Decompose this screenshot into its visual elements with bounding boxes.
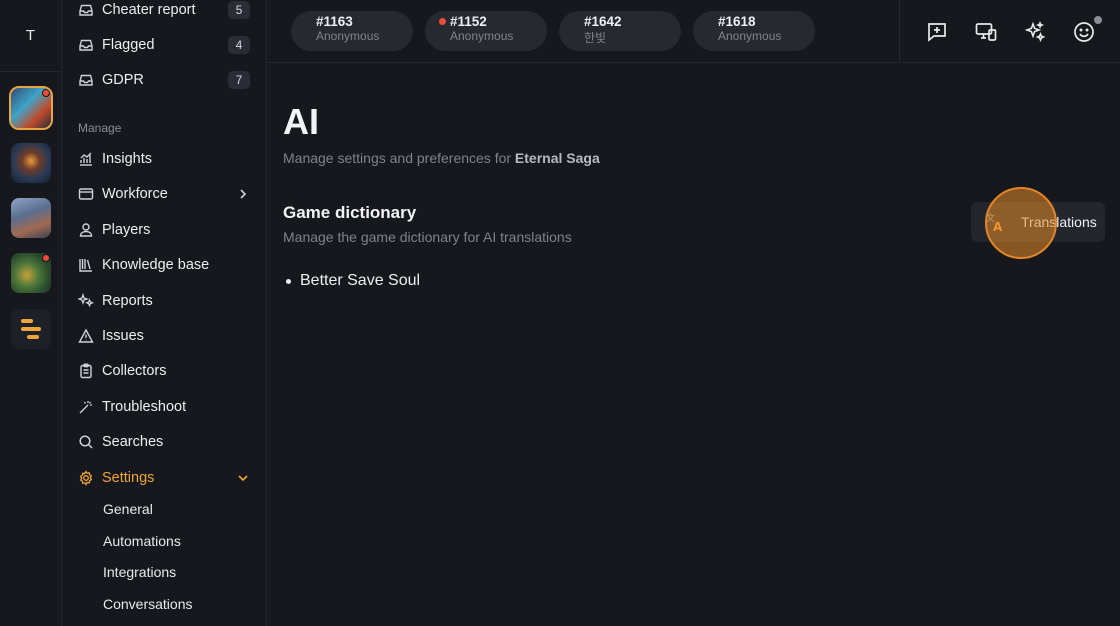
sidebar-item-gdpr[interactable]: GDPR 7 (78, 66, 250, 94)
sidebar: Cheater report 5 Flagged 4 GDPR 7 Manage… (62, 0, 267, 626)
sidebar-item-knowledge-base[interactable]: Knowledge base (78, 251, 250, 279)
sidebar-item-label: Issues (102, 328, 144, 344)
players-icon (78, 222, 94, 238)
app-rail: T (0, 0, 62, 626)
sidebar-item-label: Reports (102, 293, 153, 309)
page-title: AI (283, 101, 319, 142)
rail-app-game-4[interactable] (11, 253, 51, 293)
count-badge: 4 (228, 36, 250, 54)
ticket-tab[interactable]: #1152 Anonymous (425, 11, 547, 51)
rail-app-game-2[interactable] (11, 143, 51, 183)
ticket-requester: Anonymous (316, 29, 380, 43)
notification-dot (42, 254, 50, 262)
new-message-icon[interactable] (925, 20, 949, 44)
dictionary-term: Better Save Soul (300, 272, 421, 289)
sidebar-item-label: GDPR (102, 72, 144, 88)
settings-sub-conversations[interactable]: Conversations (103, 596, 193, 612)
sidebar-item-label: Flagged (102, 37, 155, 53)
section-label-manage: Manage (78, 121, 122, 135)
sidebar-item-reports[interactable]: Reports (78, 287, 250, 315)
sidebar-item-label: Workforce (102, 186, 168, 202)
sidebar-item-label: Troubleshoot (102, 399, 187, 415)
section-title: Game dictionary (283, 203, 417, 222)
knowledge-base-icon (78, 257, 94, 273)
inbox-icon (78, 2, 94, 18)
ticket-requester: Anonymous (450, 29, 514, 43)
warning-icon (78, 328, 94, 344)
ticket-number: #1618 (718, 14, 756, 29)
status-dot (1093, 15, 1102, 24)
settings-sub-integrations[interactable]: Integrations (103, 564, 176, 580)
section-subtitle: Manage the game dictionary for AI transl… (283, 229, 572, 245)
magic-wand-icon (78, 399, 94, 415)
sidebar-item-troubleshoot[interactable]: Troubleshoot (78, 393, 250, 421)
user-initial: T (25, 27, 36, 44)
click-indicator (985, 187, 1057, 259)
page-subtitle-text: Manage settings and preferences for (283, 150, 512, 166)
sidebar-item-label: Collectors (102, 363, 167, 379)
sidebar-item-label: Players (102, 222, 151, 238)
game-name: Eternal Saga (514, 150, 600, 166)
reports-icon (78, 293, 94, 309)
ticket-number: #1642 (584, 14, 622, 29)
ticket-tab[interactable]: #1163 Anonymous (291, 11, 413, 51)
inbox-icon (78, 72, 94, 88)
dictionary-item: Better Save Soul (286, 272, 420, 290)
inbox-icon (78, 37, 94, 53)
chevron-down-icon[interactable] (236, 471, 250, 485)
clipboard-icon (78, 363, 94, 379)
rail-app-game-5[interactable] (11, 309, 51, 349)
sidebar-item-issues[interactable]: Issues (78, 322, 250, 350)
chevron-right-icon[interactable] (236, 187, 250, 201)
ticket-number: #1152 (439, 14, 547, 29)
gear-icon (78, 470, 94, 486)
top-actions (899, 0, 1120, 63)
settings-sub-general[interactable]: General (103, 501, 153, 517)
sidebar-item-collectors[interactable]: Collectors (78, 357, 250, 385)
sidebar-item-flagged[interactable]: Flagged 4 (78, 31, 250, 59)
devices-icon[interactable] (974, 20, 998, 44)
unread-dot (439, 18, 446, 25)
bullet (286, 278, 291, 284)
sidebar-item-label: Searches (102, 434, 164, 450)
sidebar-item-workforce[interactable]: Workforce (78, 180, 250, 208)
ticket-tab[interactable]: #1642 한빛 (559, 11, 681, 51)
sidebar-item-label: Settings (102, 470, 155, 486)
settings-sub-automations[interactable]: Automations (103, 533, 181, 549)
rail-app-game-1[interactable] (9, 86, 53, 130)
top-bar: #1163 Anonymous #1152 Anonymous #1642 한빛… (267, 0, 1120, 63)
rail-app-game-3[interactable] (11, 198, 51, 238)
ticket-number: #1163 (316, 14, 353, 29)
count-badge: 7 (228, 71, 250, 89)
notification-dot (42, 89, 50, 97)
search-icon (78, 434, 94, 450)
sidebar-item-searches[interactable]: Searches (78, 428, 250, 456)
ticket-requester: Anonymous (718, 29, 782, 43)
sidebar-item-label: Knowledge base (102, 257, 210, 273)
profile-smiley-icon[interactable] (1072, 15, 1102, 44)
sparkles-icon[interactable] (1023, 20, 1047, 44)
user-avatar[interactable]: T (0, 0, 61, 72)
ticket-requester: 한빛 (584, 31, 607, 45)
sidebar-item-label: Insights (102, 151, 152, 167)
count-badge: 5 (228, 1, 250, 19)
sidebar-item-cheater-report[interactable]: Cheater report 5 (78, 0, 250, 24)
main-content: AI Manage settings and preferences for E… (267, 63, 1120, 626)
sidebar-item-players[interactable]: Players (78, 216, 250, 244)
sidebar-item-insights[interactable]: Insights (78, 145, 250, 173)
page-subtitle: Manage settings and preferences for Eter… (283, 150, 600, 166)
ticket-tab[interactable]: #1618 Anonymous (693, 11, 815, 51)
sidebar-item-label: Cheater report (102, 2, 196, 18)
insights-icon (78, 151, 94, 167)
sidebar-item-settings[interactable]: Settings (78, 464, 250, 492)
workforce-icon (78, 186, 94, 202)
